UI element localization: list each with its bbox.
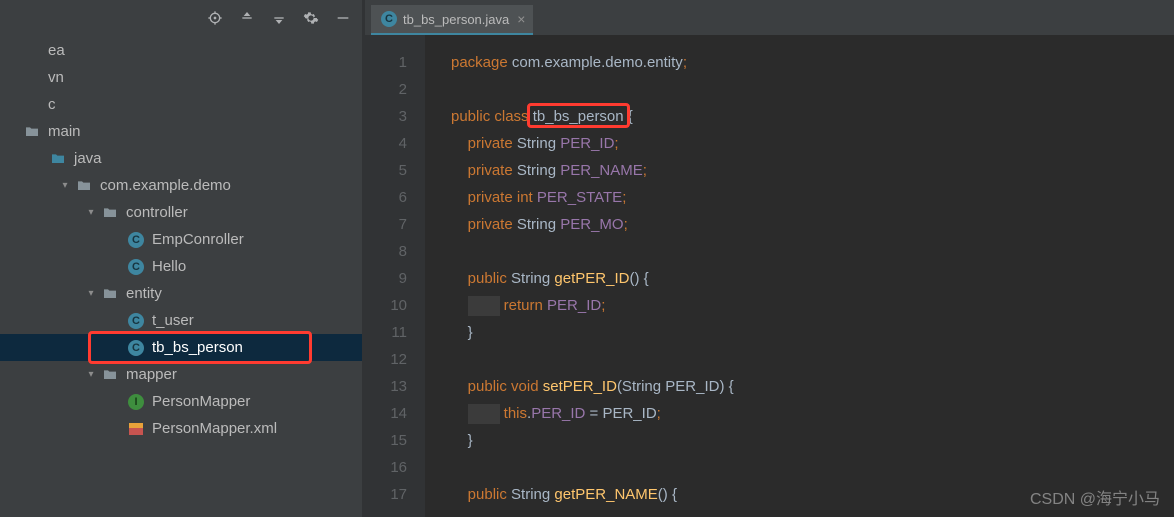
tree-label: PersonMapper: [152, 393, 250, 410]
tree-label: vn: [48, 69, 64, 86]
folder-icon: [100, 203, 120, 223]
tree-label: entity: [126, 285, 162, 302]
tab-label: tb_bs_person.java: [403, 12, 509, 27]
folder-icon: [74, 176, 94, 196]
tree-label: main: [48, 123, 81, 140]
tree-row[interactable]: ▾ controller: [0, 199, 362, 226]
chevron-down-icon[interactable]: ▾: [56, 180, 74, 191]
tree-label: ea: [48, 42, 65, 59]
interface-icon: I: [126, 392, 146, 412]
tree-row[interactable]: c: [0, 91, 362, 118]
chevron-down-icon[interactable]: ▾: [82, 207, 100, 218]
class-icon: C: [381, 11, 397, 27]
xml-icon: [126, 419, 146, 439]
class-icon: C: [126, 230, 146, 250]
tree-label: mapper: [126, 366, 177, 383]
class-icon: C: [126, 311, 146, 331]
project-tree[interactable]: ea vn c main java ▾ com.example.demo ▾ controlle…: [0, 35, 362, 517]
tree-row[interactable]: ▾ entity: [0, 280, 362, 307]
tree-row[interactable]: Ct_user: [0, 307, 362, 334]
tree-label: Hello: [152, 258, 186, 275]
watermark: CSDN @海宁小马: [1030, 485, 1160, 509]
tree-label: controller: [126, 204, 188, 221]
folder-icon: [100, 365, 120, 385]
tree-row[interactable]: vn: [0, 64, 362, 91]
tree-row[interactable]: java: [0, 145, 362, 172]
tree-label: com.example.demo: [100, 177, 231, 194]
tree-row[interactable]: PersonMapper.xml: [0, 415, 362, 442]
close-icon[interactable]: ×: [517, 11, 525, 27]
code-editor[interactable]: package com.example.demo.entity; public …: [425, 35, 1174, 517]
editor-tabbar: C tb_bs_person.java ×: [365, 0, 1174, 35]
tree-label: c: [48, 96, 56, 113]
target-icon[interactable]: [202, 5, 228, 31]
gear-icon[interactable]: [298, 5, 324, 31]
editor-area: C tb_bs_person.java × 123456789101112131…: [365, 0, 1174, 517]
class-icon: C: [126, 338, 146, 358]
tree-row[interactable]: C EmpConroller: [0, 226, 362, 253]
tree-row[interactable]: C Hello: [0, 253, 362, 280]
tree-label: java: [74, 150, 102, 167]
chevron-down-icon[interactable]: ▾: [82, 369, 100, 380]
tree-row[interactable]: Ctb_bs_person: [0, 334, 362, 361]
gutter: 1234567891011121314151617: [365, 35, 425, 517]
collapse-all-icon[interactable]: [266, 5, 292, 31]
chevron-down-icon[interactable]: ▾: [82, 288, 100, 299]
folder-icon: [48, 149, 68, 169]
folder-icon: [100, 284, 120, 304]
tree-row[interactable]: main: [0, 118, 362, 145]
project-sidebar: ea vn c main java ▾ com.example.demo ▾ controlle…: [0, 0, 362, 517]
tree-row[interactable]: ▾ com.example.demo: [0, 172, 362, 199]
tree-row[interactable]: ea: [0, 37, 362, 64]
class-icon: C: [126, 257, 146, 277]
folder-icon: [22, 122, 42, 142]
tree-row[interactable]: ▾ mapper: [0, 361, 362, 388]
tree-label: PersonMapper.xml: [152, 420, 277, 437]
expand-all-icon[interactable]: [234, 5, 260, 31]
minimize-icon[interactable]: [330, 5, 356, 31]
tree-row[interactable]: I PersonMapper: [0, 388, 362, 415]
tree-label: EmpConroller: [152, 231, 244, 248]
tree-label: t_user: [152, 312, 194, 329]
sidebar-toolbar: [0, 0, 362, 35]
tree-label: tb_bs_person: [152, 339, 243, 356]
editor-tab[interactable]: C tb_bs_person.java ×: [371, 5, 533, 35]
